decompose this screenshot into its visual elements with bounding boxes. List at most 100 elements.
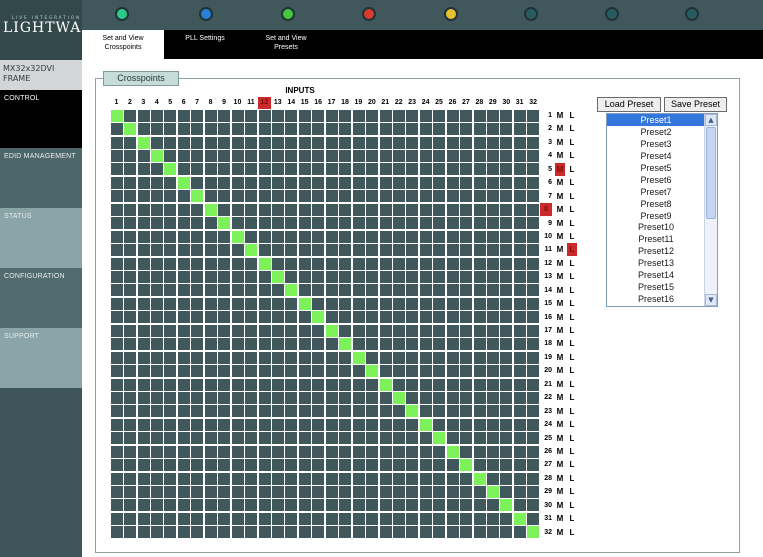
crosspoint-cell[interactable] [446, 284, 459, 297]
crosspoint-cell[interactable] [527, 176, 540, 189]
crosspoint-cell[interactable] [392, 284, 405, 297]
crosspoint-cell[interactable] [191, 526, 204, 539]
crosspoint-cell[interactable] [124, 378, 137, 391]
crosspoint-cell[interactable] [513, 203, 526, 216]
crosspoint-cell[interactable] [231, 512, 244, 525]
crosspoint-cell[interactable] [285, 486, 298, 499]
crosspoint-cell[interactable] [271, 230, 284, 243]
crosspoint-cell[interactable] [204, 257, 217, 270]
crosspoint-cell[interactable] [285, 445, 298, 458]
crosspoint-cell[interactable] [124, 163, 137, 176]
preset-list-item[interactable]: Preset16 [607, 293, 705, 305]
crosspoint-cell[interactable] [366, 526, 379, 539]
crosspoint-cell[interactable] [258, 270, 271, 283]
crosspoint-cell[interactable] [325, 270, 338, 283]
crosspoint-cell[interactable] [110, 217, 123, 230]
crosspoint-cell[interactable] [366, 459, 379, 472]
crosspoint-cell[interactable] [487, 472, 500, 485]
crosspoint-cell[interactable] [487, 123, 500, 136]
crosspoint-cell[interactable] [379, 190, 392, 203]
crosspoint-cell[interactable] [433, 284, 446, 297]
crosspoint-cell[interactable] [285, 123, 298, 136]
crosspoint-cell[interactable] [285, 365, 298, 378]
crosspoint-cell[interactable] [473, 150, 486, 163]
crosspoint-cell-connected[interactable] [460, 459, 473, 472]
mute-toggle[interactable]: M [555, 257, 565, 270]
crosspoint-cell[interactable] [191, 270, 204, 283]
crosspoint-cell[interactable] [325, 405, 338, 418]
crosspoint-cell[interactable] [352, 311, 365, 324]
crosspoint-cell[interactable] [271, 324, 284, 337]
crosspoint-cell[interactable] [366, 257, 379, 270]
input-number[interactable]: 11 [244, 97, 257, 109]
output-number[interactable]: 9 [540, 217, 552, 230]
output-number[interactable]: 5 [540, 163, 552, 176]
crosspoint-cell[interactable] [204, 432, 217, 445]
crosspoint-cell[interactable] [312, 459, 325, 472]
lock-toggle[interactable]: L [567, 122, 577, 135]
crosspoint-cell[interactable] [137, 445, 150, 458]
crosspoint-cell[interactable] [124, 203, 137, 216]
crosspoint-cell[interactable] [285, 109, 298, 122]
crosspoint-cell-connected[interactable] [339, 338, 352, 351]
crosspoint-cell[interactable] [325, 418, 338, 431]
crosspoint-cell[interactable] [366, 123, 379, 136]
crosspoint-cell[interactable] [245, 257, 258, 270]
mute-toggle[interactable]: M [555, 526, 565, 539]
crosspoint-cell[interactable] [419, 244, 432, 257]
crosspoint-cell-connected[interactable] [191, 190, 204, 203]
crosspoint-cell[interactable] [258, 512, 271, 525]
crosspoint-cell[interactable] [298, 150, 311, 163]
crosspoint-cell[interactable] [312, 203, 325, 216]
crosspoint-cell[interactable] [487, 391, 500, 404]
crosspoint-cell[interactable] [271, 472, 284, 485]
crosspoint-cell[interactable] [285, 512, 298, 525]
crosspoint-cell[interactable] [151, 311, 164, 324]
crosspoint-cell[interactable] [366, 418, 379, 431]
crosspoint-cell[interactable] [460, 512, 473, 525]
crosspoint-cell[interactable] [151, 230, 164, 243]
crosspoint-cell[interactable] [460, 338, 473, 351]
lock-toggle[interactable]: L [567, 485, 577, 498]
output-number[interactable]: 25 [540, 432, 552, 445]
crosspoint-cell[interactable] [137, 109, 150, 122]
crosspoint-cell[interactable] [231, 217, 244, 230]
crosspoint-cell[interactable] [204, 445, 217, 458]
lock-toggle[interactable]: L [567, 230, 577, 243]
output-number[interactable]: 8 [540, 203, 552, 217]
output-number[interactable]: 1 [540, 109, 552, 122]
crosspoint-cell[interactable] [513, 311, 526, 324]
crosspoint-cell[interactable] [258, 445, 271, 458]
lock-toggle[interactable]: L [567, 337, 577, 350]
crosspoint-cell[interactable] [460, 432, 473, 445]
crosspoint-cell[interactable] [110, 163, 123, 176]
crosspoint-cell[interactable] [110, 486, 123, 499]
crosspoint-cell[interactable] [298, 512, 311, 525]
crosspoint-cell[interactable] [271, 190, 284, 203]
lock-toggle[interactable]: L [567, 257, 577, 270]
crosspoint-cell[interactable] [231, 405, 244, 418]
crosspoint-cell[interactable] [271, 405, 284, 418]
output-number[interactable]: 14 [540, 284, 552, 297]
crosspoint-cell[interactable] [446, 459, 459, 472]
crosspoint-cell[interactable] [419, 526, 432, 539]
crosspoint-cell[interactable] [460, 472, 473, 485]
crosspoint-cell[interactable] [392, 351, 405, 364]
crosspoint-cell[interactable] [285, 405, 298, 418]
crosspoint-cell[interactable] [339, 163, 352, 176]
crosspoint-cell[interactable] [446, 391, 459, 404]
crosspoint-cell[interactable] [271, 486, 284, 499]
lock-toggle[interactable]: L [567, 109, 577, 122]
crosspoint-cell[interactable] [124, 418, 137, 431]
crosspoint-cell[interactable] [419, 351, 432, 364]
crosspoint-cell[interactable] [325, 391, 338, 404]
crosspoint-cell[interactable] [406, 445, 419, 458]
crosspoint-cell[interactable] [312, 499, 325, 512]
crosspoint-cell[interactable] [392, 445, 405, 458]
crosspoint-cell[interactable] [500, 136, 513, 149]
crosspoint-cell[interactable] [527, 351, 540, 364]
crosspoint-cell[interactable] [191, 432, 204, 445]
input-number[interactable]: 26 [446, 97, 459, 109]
crosspoint-cell[interactable] [312, 257, 325, 270]
crosspoint-cell[interactable] [406, 365, 419, 378]
